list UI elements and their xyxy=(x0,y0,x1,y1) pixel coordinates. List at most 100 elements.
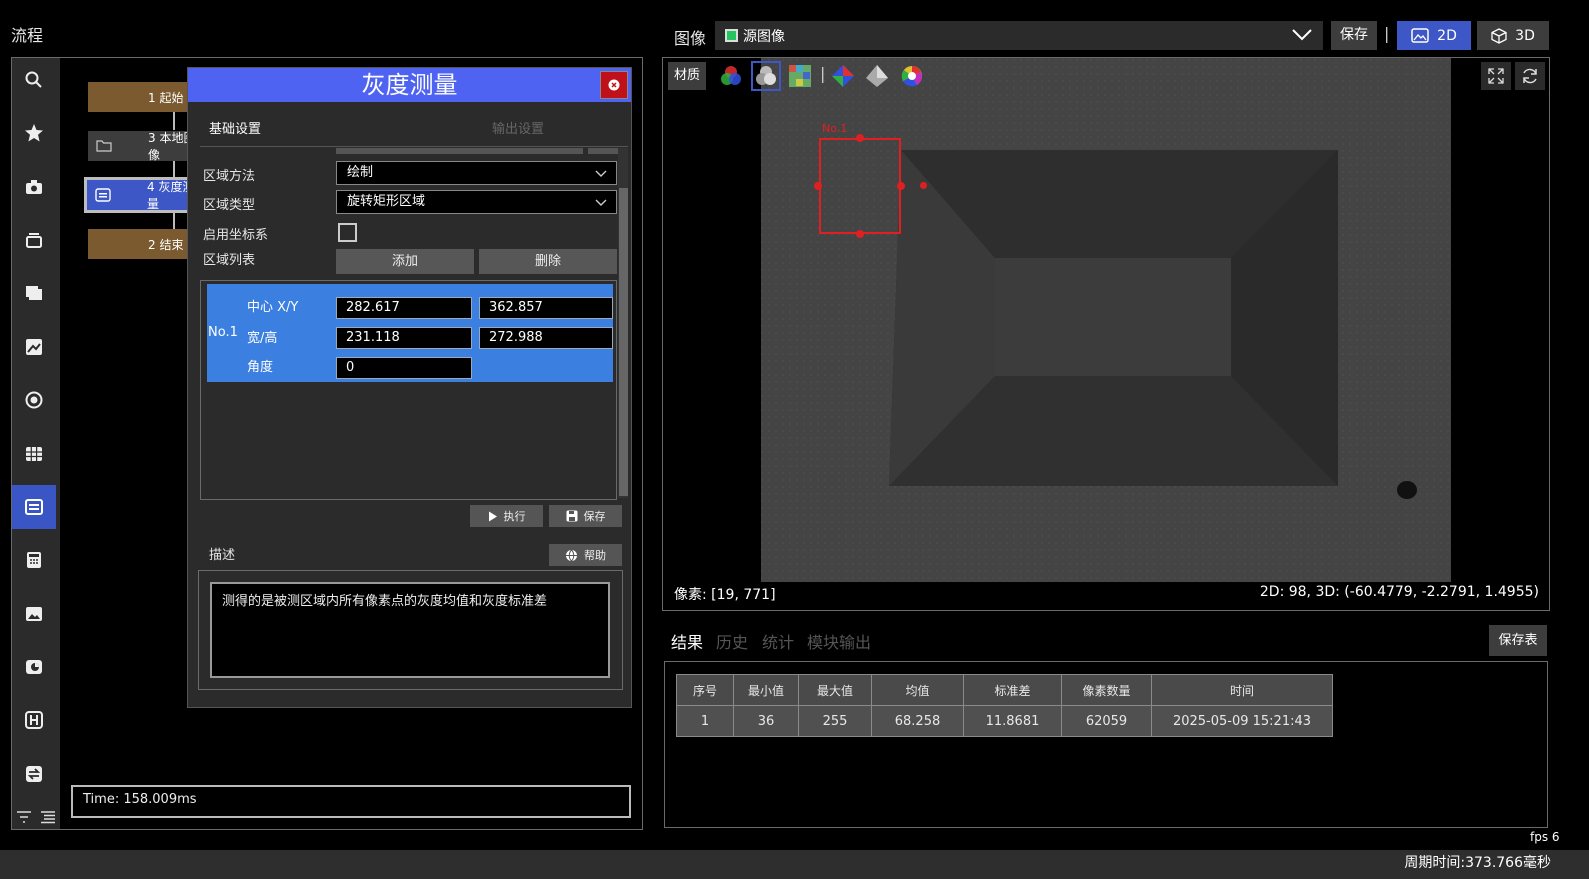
column-header: 标准差 xyxy=(963,674,1062,706)
gauge-panel-icon xyxy=(95,188,111,202)
folder-icon xyxy=(96,140,112,152)
region-type-select[interactable]: 旋转矩形区域 xyxy=(336,190,617,214)
execute-button[interactable]: 执行 xyxy=(470,505,543,527)
tab-results[interactable]: 结果 xyxy=(671,629,703,653)
calculator-tool-button[interactable] xyxy=(12,538,56,582)
search-tool-button[interactable] xyxy=(12,58,56,102)
fullscreen-button[interactable] xyxy=(1481,62,1511,90)
region-id: No.1 xyxy=(208,325,238,340)
save-settings-button[interactable]: 保存 xyxy=(549,505,622,527)
clipped-field xyxy=(336,148,583,154)
color-wheel-icon[interactable] xyxy=(899,63,925,89)
expand-icon xyxy=(1488,68,1504,84)
measure-tool-button[interactable] xyxy=(12,378,56,422)
dialog-title-bar[interactable]: 灰度测量 xyxy=(188,68,631,102)
grid-tool-button[interactable] xyxy=(12,432,56,476)
image-tool-button[interactable] xyxy=(12,592,56,636)
column-header: 序号 xyxy=(676,674,734,706)
gray-measure-tool-button[interactable] xyxy=(12,485,56,529)
run-time-readout: Time: 158.009ms xyxy=(71,785,631,818)
favorites-tool-button[interactable] xyxy=(12,111,56,155)
chart-tool-button[interactable] xyxy=(12,645,56,689)
list-icon[interactable] xyxy=(40,810,56,824)
material-button[interactable]: 材质 xyxy=(668,62,706,90)
roi-rotate-handle[interactable] xyxy=(920,182,927,189)
center-x-input[interactable]: 282.617 xyxy=(336,297,472,319)
region-method-select[interactable]: 绘制 xyxy=(336,161,617,185)
delete-region-button[interactable]: 删除 xyxy=(479,249,617,274)
region-list-item[interactable]: No.1 中心 X/Y 282.617 362.857 宽/高 231.118 … xyxy=(207,284,613,382)
view-3d-button[interactable]: 3D xyxy=(1477,21,1549,50)
center-y-input[interactable]: 362.857 xyxy=(479,297,613,319)
add-region-button[interactable]: 添加 xyxy=(336,249,474,274)
chevron-down-icon xyxy=(1292,29,1312,41)
filter-icon[interactable] xyxy=(16,810,32,824)
help-button[interactable]: 帮助 xyxy=(549,544,622,566)
flow-node-start[interactable]: 1 起始 xyxy=(88,82,198,112)
comm-tool-button[interactable] xyxy=(12,752,56,796)
tab-history[interactable]: 历史 xyxy=(716,629,748,653)
logic-tool-button[interactable] xyxy=(12,698,56,742)
column-header: 像素数量 xyxy=(1061,674,1152,706)
image-panel-title: 图像 xyxy=(674,29,707,48)
table-row[interactable]: 1 36 255 68.258 11.8681 62059 2025-05-09… xyxy=(676,705,1333,737)
flow-node-local-image[interactable]: 3 本地图像 xyxy=(88,131,198,162)
roi-rectangle[interactable] xyxy=(819,138,901,234)
gray-circles-icon[interactable] xyxy=(753,63,779,89)
roi-handle[interactable] xyxy=(897,182,905,190)
enable-coord-checkbox[interactable] xyxy=(338,223,357,242)
calculator-icon xyxy=(27,552,41,568)
flow-node-gray-measure[interactable]: 4 灰度测量 xyxy=(84,177,198,213)
roi-handle[interactable] xyxy=(856,134,864,142)
image-process-tool-button[interactable] xyxy=(12,325,56,369)
refresh-button[interactable] xyxy=(1515,62,1545,90)
camera-tool-button[interactable] xyxy=(12,165,56,209)
gray-diamond-icon[interactable] xyxy=(864,63,890,89)
play-icon xyxy=(488,511,497,521)
roi-handle[interactable] xyxy=(856,230,864,238)
stack-tool-button[interactable] xyxy=(12,218,56,262)
column-header: 均值 xyxy=(871,674,964,706)
tab-module-output[interactable]: 模块输出 xyxy=(807,629,871,653)
height-map-icon[interactable] xyxy=(830,63,856,89)
tab-basic-settings[interactable]: 基础设置 xyxy=(209,118,261,137)
table-cell: 2025-05-09 15:21:43 xyxy=(1151,705,1333,737)
table-cell: 68.258 xyxy=(871,705,964,737)
column-header: 最大值 xyxy=(798,674,872,706)
rgb-circles-icon[interactable] xyxy=(718,63,744,89)
dialog-close-button[interactable] xyxy=(600,71,628,99)
dialog-scroll-thumb[interactable] xyxy=(619,188,628,496)
grid-icon xyxy=(26,447,42,461)
tab-statistics[interactable]: 统计 xyxy=(762,629,794,653)
view-2d-button[interactable]: 2D xyxy=(1397,21,1471,50)
layers-icon xyxy=(26,233,42,248)
flow-connector xyxy=(173,161,175,177)
cycle-time-readout: 周期时间:373.766毫秒 xyxy=(1404,855,1551,871)
enable-coord-label: 启用坐标系 xyxy=(203,228,269,243)
save-table-button[interactable]: 保存表 xyxy=(1489,625,1547,656)
source-image-canvas[interactable]: No.1 xyxy=(761,58,1451,582)
region-list-label: 区域列表 xyxy=(203,253,256,268)
table-cell: 1 xyxy=(676,705,734,737)
pixel-grid-icon[interactable] xyxy=(787,63,813,89)
tab-output-settings[interactable]: 输出设置 xyxy=(492,118,544,137)
save-image-button[interactable]: 保存 xyxy=(1331,21,1377,50)
image-source-value: 源图像 xyxy=(743,29,785,45)
dialog-title: 灰度测量 xyxy=(361,71,458,99)
roi-handle[interactable] xyxy=(814,182,822,190)
flow-panel-title: 流程 xyxy=(11,26,44,45)
results-table: 序号 最小值 最大值 均值 标准差 像素数量 时间 1 36 255 68.25… xyxy=(676,674,1333,737)
flow-node-end[interactable]: 2 结束 xyxy=(88,229,198,259)
close-icon xyxy=(608,79,620,91)
image-stack-tool-button[interactable] xyxy=(12,272,56,316)
image-source-select[interactable]: 源图像 xyxy=(715,21,1323,50)
description-text: 测得的是被测区域内所有像素点的灰度均值和灰度标准差 xyxy=(210,582,610,678)
pie-chart-icon xyxy=(26,660,42,674)
angle-input[interactable]: 0 xyxy=(336,357,472,379)
floppy-disk-icon xyxy=(566,510,577,522)
height-input[interactable]: 272.988 xyxy=(479,327,613,349)
width-input[interactable]: 231.118 xyxy=(336,327,472,349)
target-icon xyxy=(25,391,43,409)
rail-footer xyxy=(12,806,60,828)
gauge-panel-icon xyxy=(25,499,43,515)
